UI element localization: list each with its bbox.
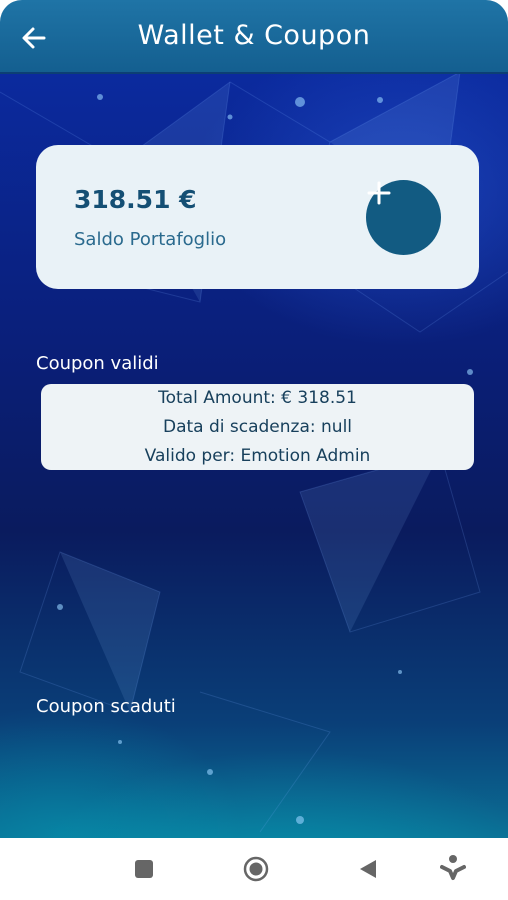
wallet-balance: 318.51 € xyxy=(74,185,197,214)
page-title: Wallet & Coupon xyxy=(137,20,371,51)
coupon-total: Total Amount: € 318.51 xyxy=(158,387,357,408)
plus-icon xyxy=(367,181,391,205)
system-nav-bar xyxy=(0,838,508,900)
circle-home-icon[interactable] xyxy=(243,856,269,882)
app-bar: Wallet & Coupon xyxy=(0,0,508,74)
accessibility-icon[interactable] xyxy=(440,854,466,882)
background: 318.51 € Saldo Portafoglio Coupon validi… xyxy=(0,72,508,838)
expired-coupons-label: Coupon scaduti xyxy=(36,696,176,717)
coupon-valid-for: Valido per: Emotion Admin xyxy=(144,445,371,466)
add-funds-button[interactable] xyxy=(366,180,441,255)
app-screen: Wallet & Coupon 318.51 € Saldo Portafogl… xyxy=(0,0,508,900)
square-icon[interactable] xyxy=(134,859,154,879)
wallet-balance-label: Saldo Portafoglio xyxy=(74,229,227,250)
wallet-card: 318.51 € Saldo Portafoglio xyxy=(36,145,479,289)
coupon-expiry: Data di scadenza: null xyxy=(162,416,353,437)
coupon-card[interactable]: Total Amount: € 318.51 Data di scadenza:… xyxy=(41,384,474,470)
triangle-back-icon[interactable] xyxy=(357,858,379,880)
valid-coupons-label: Coupon validi xyxy=(36,353,159,374)
